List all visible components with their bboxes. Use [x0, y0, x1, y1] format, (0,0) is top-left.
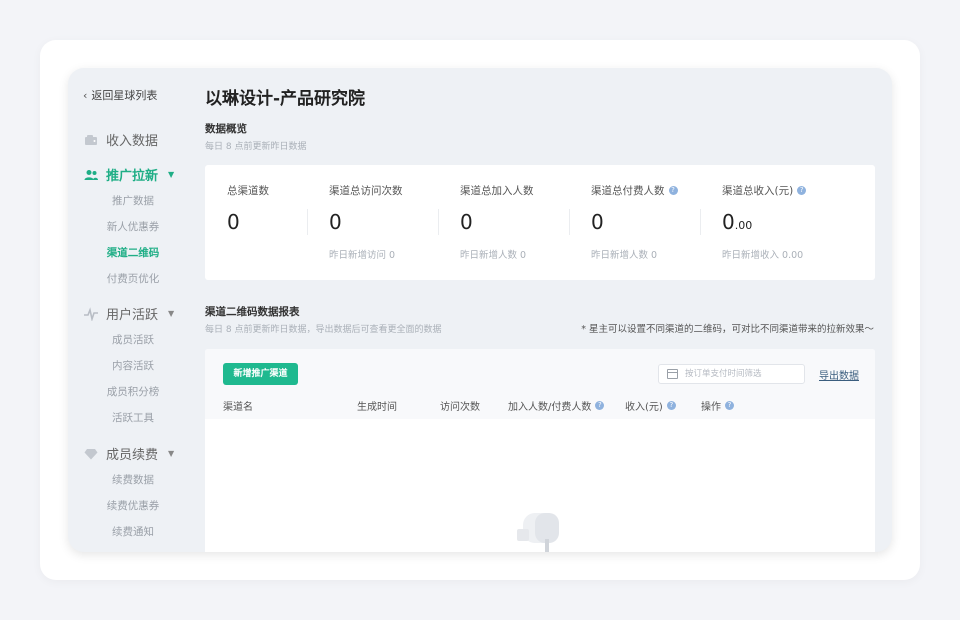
- divider: [438, 209, 439, 235]
- nav-group-label: 成员续费: [106, 448, 159, 463]
- stat-value: 0: [460, 210, 473, 234]
- stat-value: 0: [227, 210, 240, 234]
- caret-down-icon: ▼: [168, 170, 175, 179]
- report-table: 新增推广渠道 按订单支付时间筛选 导出数据 渠道名 生成时间 访问次数 加入人数…: [205, 349, 875, 552]
- users-icon: [84, 169, 98, 180]
- main-content: 以琳设计-产品研究院 数据概览 每日 8 点前更新昨日数据 总渠道数 0 渠道总…: [205, 68, 892, 552]
- divider: [307, 209, 308, 235]
- date-filter-placeholder: 按订单支付时间筛选: [685, 369, 762, 379]
- nav-group-user-activity[interactable]: 用户活跃 ▼: [84, 304, 174, 323]
- nav-group-promotion[interactable]: 推广拉新 ▼: [84, 165, 174, 184]
- nav-group-label: 推广拉新: [106, 169, 159, 184]
- stat-value: 0.00: [722, 210, 753, 234]
- sidebar: ‹ 返回星球列表 收入数据 推广拉新 ▼ 推广数据 新人优惠券 渠道二维码 付费…: [68, 68, 198, 552]
- stat-sub: 昨日新增人数 0: [591, 250, 658, 261]
- stat-label: 渠道总访问次数: [329, 185, 403, 197]
- back-to-planet-list-link[interactable]: ‹ 返回星球列表: [83, 87, 157, 103]
- app-window: ‹ 返回星球列表 收入数据 推广拉新 ▼ 推广数据 新人优惠券 渠道二维码 付费…: [68, 68, 892, 552]
- column-header: 渠道名: [223, 402, 253, 413]
- export-data-link[interactable]: 导出数据: [819, 367, 859, 382]
- add-channel-button[interactable]: 新增推广渠道: [223, 363, 298, 385]
- report-subtitle: 每日 8 点前更新昨日数据，导出数据后可查看更全面的数据: [205, 325, 442, 335]
- column-header: 生成时间: [357, 402, 397, 413]
- stat-sub: 昨日新增人数 0: [460, 250, 527, 261]
- stat-label: 渠道总收入(元)?: [722, 183, 807, 198]
- back-label: 返回星球列表: [91, 89, 158, 102]
- column-header: 加入人数/付费人数?: [508, 398, 605, 413]
- sidebar-item-renewal-coupon[interactable]: 续费优惠券: [68, 498, 198, 513]
- help-icon[interactable]: ?: [595, 401, 605, 410]
- overview-title: 数据概览: [205, 123, 247, 135]
- sidebar-item-renewal-data[interactable]: 续费数据: [68, 472, 198, 487]
- sidebar-item-new-user-coupon[interactable]: 新人优惠券: [68, 219, 198, 234]
- report-title: 渠道二维码数据报表: [205, 306, 300, 318]
- divider: [700, 209, 701, 235]
- stat-sub: 昨日新增访问 0: [329, 250, 396, 261]
- nav-group-label: 用户活跃: [106, 308, 159, 323]
- help-icon[interactable]: ?: [725, 401, 734, 410]
- sidebar-item-member-activity[interactable]: 成员活跃: [68, 332, 198, 347]
- help-icon[interactable]: ?: [666, 401, 676, 410]
- help-icon[interactable]: ?: [668, 186, 678, 195]
- nav-group-label: 收入数据: [106, 134, 159, 149]
- column-header: 收入(元)?: [625, 398, 676, 413]
- caret-down-icon: ▼: [168, 309, 175, 318]
- chevron-left-icon: ‹: [83, 88, 88, 102]
- report-note: * 星主可以设置不同渠道的二维码，可对比不同渠道带来的拉新效果～: [581, 324, 874, 335]
- sidebar-item-channel-qrcode[interactable]: 渠道二维码: [68, 245, 198, 260]
- stat-value: 0: [591, 210, 604, 234]
- nav-group-renewal[interactable]: 成员续费 ▼: [84, 444, 174, 463]
- stat-value: 0: [329, 210, 342, 234]
- nav-group-income[interactable]: 收入数据: [84, 130, 158, 149]
- sidebar-item-points-leaderboard[interactable]: 成员积分榜: [68, 384, 198, 399]
- column-header: 操作?: [701, 398, 734, 413]
- help-icon[interactable]: ?: [797, 186, 807, 195]
- sidebar-item-promotion-data[interactable]: 推广数据: [68, 193, 198, 208]
- divider: [569, 209, 570, 235]
- calendar-icon: [667, 369, 678, 379]
- diamond-icon: [84, 448, 98, 459]
- date-filter-input[interactable]: 按订单支付时间筛选: [658, 364, 805, 384]
- empty-mailbox-icon: [517, 513, 559, 552]
- wallet-icon: [85, 134, 97, 145]
- column-header: 访问次数: [440, 402, 480, 413]
- stat-label: 总渠道数: [227, 185, 269, 197]
- overview-subtitle: 每日 8 点前更新昨日数据: [205, 142, 307, 152]
- stat-label: 渠道总加入人数: [460, 185, 534, 197]
- stat-sub: 昨日新增收入 0.00: [722, 250, 804, 261]
- page-title: 以琳设计-产品研究院: [205, 89, 366, 109]
- sidebar-item-activity-tools[interactable]: 活跃工具: [68, 410, 198, 425]
- stat-label: 渠道总付费人数?: [591, 183, 678, 198]
- sidebar-item-renewal-notice[interactable]: 续费通知: [68, 524, 198, 539]
- sidebar-item-paywall-optimize[interactable]: 付费页优化: [68, 271, 198, 286]
- sidebar-item-content-activity[interactable]: 内容活跃: [68, 358, 198, 373]
- pulse-icon: [84, 306, 98, 321]
- stats-card: 总渠道数 0 渠道总访问次数 0 昨日新增访问 0 渠道总加入人数 0 昨日新增…: [205, 165, 875, 280]
- caret-down-icon: ▼: [168, 449, 175, 458]
